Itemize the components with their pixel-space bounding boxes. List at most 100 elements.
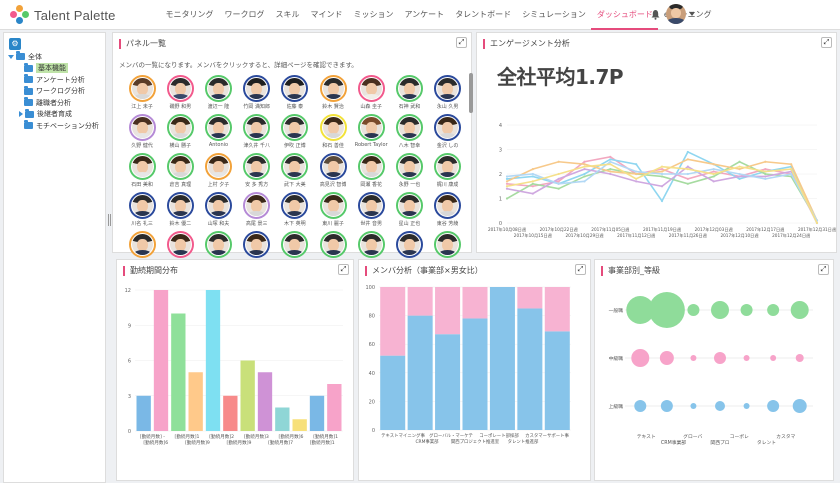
member-avatar[interactable] <box>357 192 385 219</box>
member-card[interactable] <box>429 231 467 259</box>
member-card[interactable]: 久野 健代 <box>123 114 161 149</box>
sidebar-item-0[interactable]: 基本機能 <box>8 62 99 75</box>
member-avatar[interactable] <box>243 75 271 102</box>
member-avatar[interactable] <box>204 231 232 258</box>
member-card[interactable]: 渡辺一 隆 <box>199 75 237 110</box>
member-card[interactable]: 高尾 景三 <box>238 192 276 227</box>
member-avatar[interactable] <box>357 231 385 258</box>
bell-icon[interactable] <box>651 9 660 20</box>
member-avatar[interactable] <box>395 153 423 180</box>
member-card[interactable]: 星山 正也 <box>390 192 428 227</box>
member-card[interactable] <box>123 231 161 259</box>
member-card[interactable]: 磯野 和男 <box>161 75 199 110</box>
resize-handle[interactable] <box>108 214 111 226</box>
member-card[interactable]: 津久井 千八 <box>238 114 276 149</box>
nav-item-1[interactable]: ワークログ <box>219 0 270 30</box>
member-avatar[interactable] <box>319 75 347 102</box>
member-card[interactable]: 鈴木 賢治 <box>314 75 352 110</box>
member-avatar[interactable] <box>166 192 194 219</box>
member-card[interactable]: 横山 勝子 <box>161 114 199 149</box>
member-avatar[interactable] <box>434 192 462 219</box>
member-avatar[interactable] <box>319 114 347 141</box>
member-card[interactable]: 川名 礼三 <box>123 192 161 227</box>
nav-item-8[interactable]: ダッシュボード <box>591 0 659 30</box>
member-avatar[interactable] <box>243 192 271 219</box>
member-avatar[interactable] <box>281 114 309 141</box>
member-card[interactable]: Antonio <box>199 114 237 149</box>
member-card[interactable]: 石神 武和 <box>390 75 428 110</box>
member-avatar[interactable] <box>434 231 462 258</box>
member-avatar[interactable] <box>281 75 309 102</box>
member-avatar[interactable] <box>357 75 385 102</box>
member-avatar[interactable] <box>128 153 156 180</box>
member-card[interactable]: 武下 大美 <box>276 153 314 188</box>
expand-arrow-icon[interactable] <box>19 111 23 118</box>
sidebar-item-4[interactable]: 後継者育成 <box>8 108 99 121</box>
member-avatar[interactable] <box>319 231 347 258</box>
member-avatar[interactable] <box>166 153 194 180</box>
member-avatar[interactable] <box>357 153 385 180</box>
member-card[interactable]: 山森 圭子 <box>352 75 390 110</box>
member-avatar[interactable] <box>128 192 156 219</box>
member-card[interactable] <box>161 231 199 259</box>
member-avatar[interactable] <box>319 192 347 219</box>
member-card[interactable]: 安 多 秀方 <box>238 153 276 188</box>
scrollbar[interactable] <box>469 73 473 263</box>
member-card[interactable]: 佐藤 泰 <box>276 75 314 110</box>
member-card[interactable] <box>352 231 390 259</box>
scrollbar-thumb[interactable] <box>469 73 473 113</box>
member-avatar[interactable] <box>395 192 423 219</box>
member-card[interactable] <box>199 231 237 259</box>
member-card[interactable] <box>238 231 276 259</box>
member-card[interactable]: 梶川 康成 <box>429 153 467 188</box>
member-avatar[interactable] <box>281 192 309 219</box>
member-card[interactable] <box>314 231 352 259</box>
member-card[interactable] <box>390 231 428 259</box>
member-avatar[interactable] <box>204 153 232 180</box>
sidebar-item-3[interactable]: 離職者分析 <box>8 97 99 109</box>
caret-down-icon[interactable] <box>689 12 695 16</box>
member-card[interactable]: 鈴木 優二 <box>161 192 199 227</box>
member-avatar[interactable] <box>281 231 309 258</box>
member-avatar[interactable] <box>434 114 462 141</box>
member-card[interactable]: 倉吉 真理 <box>161 153 199 188</box>
member-avatar[interactable] <box>243 153 271 180</box>
member-card[interactable]: 石田 美和 <box>123 153 161 188</box>
member-card[interactable]: Robert Taylor <box>352 114 390 149</box>
tree-root[interactable]: 全体 <box>8 51 99 63</box>
member-card[interactable]: 上村 夕子 <box>199 153 237 188</box>
member-avatar[interactable] <box>434 75 462 102</box>
nav-item-6[interactable]: タレントボード <box>450 0 517 30</box>
member-avatar[interactable] <box>395 231 423 258</box>
user-avatar[interactable] <box>666 4 686 24</box>
nav-item-7[interactable]: シミュレーション <box>517 0 592 30</box>
app-logo[interactable]: Talent Palette <box>10 5 116 25</box>
member-avatar[interactable] <box>128 75 156 102</box>
member-card[interactable]: 木下 英明 <box>276 192 314 227</box>
settings-icon[interactable]: ⚙ <box>9 38 21 50</box>
member-card[interactable]: 東川 麗子 <box>314 192 352 227</box>
member-avatar[interactable] <box>281 153 309 180</box>
member-avatar[interactable] <box>166 75 194 102</box>
nav-item-4[interactable]: ミッション <box>348 0 399 30</box>
member-avatar[interactable] <box>357 114 385 141</box>
member-card[interactable]: 八木 智幸 <box>390 114 428 149</box>
nav-item-2[interactable]: スキル <box>270 0 305 30</box>
member-avatar[interactable] <box>395 75 423 102</box>
member-card[interactable]: 世井 音男 <box>352 192 390 227</box>
sidebar-item-5[interactable]: モチベーション分析 <box>8 120 99 132</box>
member-card[interactable]: 高見沢 智博 <box>314 153 352 188</box>
nav-item-0[interactable]: モニタリング <box>160 0 219 30</box>
member-card[interactable]: 山塚 和夫 <box>199 192 237 227</box>
member-avatar[interactable] <box>243 114 271 141</box>
member-avatar[interactable] <box>128 114 156 141</box>
member-card[interactable]: 東谷 芳綾 <box>429 192 467 227</box>
member-card[interactable]: 和石 善佳 <box>314 114 352 149</box>
member-card[interactable] <box>276 231 314 259</box>
member-card[interactable]: 永山 久男 <box>429 75 467 110</box>
member-avatar[interactable] <box>204 114 232 141</box>
member-avatar[interactable] <box>434 153 462 180</box>
member-card[interactable]: 伊吹 正博 <box>276 114 314 149</box>
member-avatar[interactable] <box>319 153 347 180</box>
nav-item-5[interactable]: アンケート <box>399 0 450 30</box>
